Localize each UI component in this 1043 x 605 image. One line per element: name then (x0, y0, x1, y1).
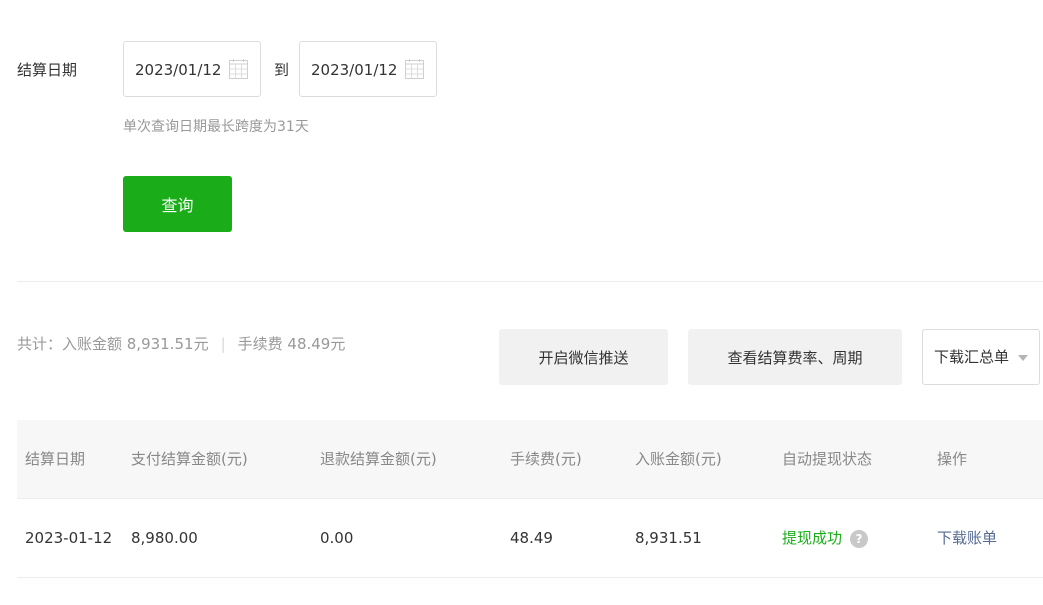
start-date-value: 2023/01/12 (135, 61, 222, 79)
help-circle-icon[interactable]: ? (850, 529, 869, 548)
column-header: 自动提现状态 (782, 450, 873, 468)
download-statement-link[interactable]: 下载账单 (937, 528, 997, 548)
download-summary-dropdown[interactable]: 下载汇总单 (922, 329, 1040, 385)
table-row: 2023-01-12 8,980.00 0.00 48.49 8,931.51 … (17, 499, 1043, 577)
calendar-icon[interactable] (405, 59, 424, 79)
section-divider (17, 281, 1043, 282)
summary-separator: | (220, 335, 226, 353)
table-header: 结算日期 支付结算金额(元) 退款结算金额(元) 手续费(元) 入账金额(元) … (17, 420, 1043, 498)
column-header: 操作 (937, 450, 968, 468)
start-date-input[interactable]: 2023/01/12 (123, 41, 261, 97)
view-rates-button[interactable]: 查看结算费率、周期 (688, 329, 902, 385)
cell-credited-amount: 8,931.51 (635, 529, 702, 547)
download-summary-label: 下载汇总单 (934, 348, 1010, 366)
cell-pay-amount: 8,980.00 (131, 529, 198, 547)
column-header: 手续费(元) (510, 450, 582, 468)
column-header: 支付结算金额(元) (131, 450, 248, 468)
enable-wechat-push-button[interactable]: 开启微信推送 (499, 329, 668, 385)
end-date-value: 2023/01/12 (311, 61, 398, 79)
settlement-date-label: 结算日期 (17, 61, 78, 79)
cell-refund-amount: 0.00 (320, 529, 354, 547)
date-range-to-label: 到 (274, 61, 290, 79)
table-bottom-border (17, 577, 1043, 578)
date-range-hint: 单次查询日期最长跨度为31天 (123, 119, 309, 135)
end-date-input[interactable]: 2023/01/12 (299, 41, 437, 97)
cell-fee: 48.49 (510, 529, 553, 547)
query-button[interactable]: 查询 (123, 176, 232, 232)
summary-totals: 共计：入账金额 8,931.51元 | 手续费 48.49元 (17, 334, 345, 354)
caret-down-icon (1018, 355, 1028, 361)
credited-total: 共计：入账金额 8,931.51元 (17, 335, 209, 353)
column-header: 结算日期 (25, 450, 86, 468)
cell-withdraw-status: 提现成功? (782, 528, 869, 548)
status-badge: 提现成功 (782, 529, 843, 547)
calendar-icon[interactable] (229, 59, 248, 79)
fee-total: 手续费 48.49元 (237, 335, 346, 353)
cell-settlement-date: 2023-01-12 (25, 529, 113, 547)
column-header: 退款结算金额(元) (320, 450, 437, 468)
column-header: 入账金额(元) (635, 450, 722, 468)
